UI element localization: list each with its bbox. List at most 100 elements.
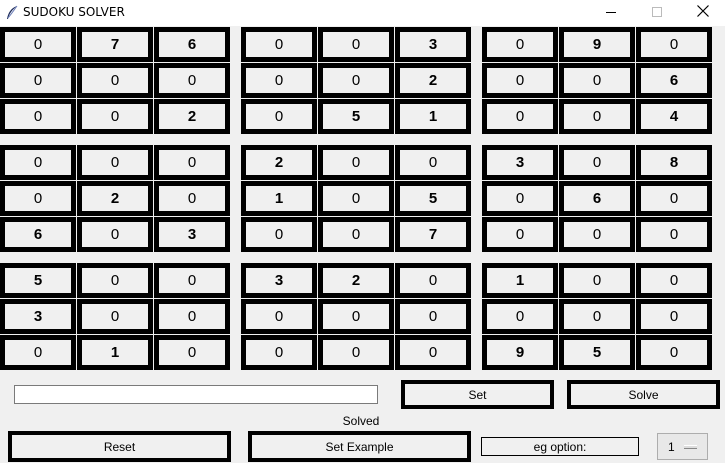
close-button[interactable] — [680, 0, 725, 26]
sudoku-cell-r3c4[interactable]: 0 — [241, 99, 317, 134]
sudoku-cell-r7c9[interactable]: 0 — [636, 263, 712, 298]
sudoku-cell-r7c4[interactable]: 3 — [241, 263, 317, 298]
sudoku-cell-r3c1[interactable]: 0 — [0, 99, 76, 134]
sudoku-cell-r4c8[interactable]: 0 — [559, 145, 635, 180]
sudoku-cell-r7c5[interactable]: 2 — [318, 263, 394, 298]
sudoku-cell-r6c5[interactable]: 0 — [318, 217, 394, 252]
sudoku-cell-r4c1[interactable]: 0 — [0, 145, 76, 180]
sudoku-cell-r8c4[interactable]: 0 — [241, 299, 317, 334]
sudoku-cell-r1c2[interactable]: 7 — [77, 27, 153, 62]
sudoku-cell-r6c3[interactable]: 3 — [154, 217, 230, 252]
sudoku-cell-r9c4[interactable]: 0 — [241, 335, 317, 370]
sudoku-cell-r1c6[interactable]: 3 — [395, 27, 471, 62]
sudoku-cell-r2c1[interactable]: 0 — [0, 63, 76, 98]
set-example-button[interactable]: Set Example — [248, 431, 471, 462]
sudoku-cell-r6c7[interactable]: 0 — [482, 217, 558, 252]
sudoku-cell-r6c6[interactable]: 7 — [395, 217, 471, 252]
sudoku-cell-r8c5[interactable]: 0 — [318, 299, 394, 334]
sudoku-cell-r6c8[interactable]: 0 — [559, 217, 635, 252]
sudoku-cell-r1c1[interactable]: 0 — [0, 27, 76, 62]
close-icon — [697, 4, 709, 22]
sudoku-cell-r4c2[interactable]: 0 — [77, 145, 153, 180]
window-title: SUDOKU SOLVER — [23, 5, 125, 19]
sudoku-cell-r8c2[interactable]: 0 — [77, 299, 153, 334]
sudoku-cell-r4c7[interactable]: 3 — [482, 145, 558, 180]
sudoku-cell-r7c8[interactable]: 0 — [559, 263, 635, 298]
sudoku-cell-r5c2[interactable]: 2 — [77, 181, 153, 216]
sudoku-cell-r8c6[interactable]: 0 — [395, 299, 471, 334]
sudoku-cell-r6c9[interactable]: 0 — [636, 217, 712, 252]
sudoku-cell-r2c2[interactable]: 0 — [77, 63, 153, 98]
sudoku-cell-r7c3[interactable]: 0 — [154, 263, 230, 298]
sudoku-cell-r2c9[interactable]: 6 — [636, 63, 712, 98]
sudoku-cell-r5c5[interactable]: 0 — [318, 181, 394, 216]
eg-option-value: 1 — [668, 439, 675, 454]
sudoku-cell-r5c3[interactable]: 0 — [154, 181, 230, 216]
eg-option-menu[interactable]: 1 — [657, 433, 708, 460]
sudoku-cell-r9c3[interactable]: 0 — [154, 335, 230, 370]
option-menu-indicator-icon — [684, 445, 697, 449]
sudoku-cell-r5c1[interactable]: 0 — [0, 181, 76, 216]
sudoku-cell-r8c8[interactable]: 0 — [559, 299, 635, 334]
sudoku-cell-r9c7[interactable]: 9 — [482, 335, 558, 370]
minimize-button[interactable] — [588, 0, 634, 26]
sudoku-cell-r2c3[interactable]: 0 — [154, 63, 230, 98]
sudoku-cell-r8c9[interactable]: 0 — [636, 299, 712, 334]
sudoku-cell-r6c2[interactable]: 0 — [77, 217, 153, 252]
sudoku-cell-r7c7[interactable]: 1 — [482, 263, 558, 298]
sudoku-cell-r3c3[interactable]: 2 — [154, 99, 230, 134]
sudoku-cell-r1c9[interactable]: 0 — [636, 27, 712, 62]
set-button[interactable]: Set — [401, 380, 554, 409]
eg-option-label: eg option: — [481, 437, 639, 456]
status-label: Solved — [342, 414, 380, 428]
sudoku-cell-r6c1[interactable]: 6 — [0, 217, 76, 252]
sudoku-cell-r2c5[interactable]: 0 — [318, 63, 394, 98]
sudoku-cell-r4c3[interactable]: 0 — [154, 145, 230, 180]
sudoku-cell-r2c8[interactable]: 0 — [559, 63, 635, 98]
sudoku-cell-r9c8[interactable]: 5 — [559, 335, 635, 370]
sudoku-cell-r4c5[interactable]: 0 — [318, 145, 394, 180]
sudoku-cell-r1c5[interactable]: 0 — [318, 27, 394, 62]
maximize-button[interactable] — [634, 0, 680, 26]
sudoku-cell-r3c2[interactable]: 0 — [77, 99, 153, 134]
sudoku-cell-r3c6[interactable]: 1 — [395, 99, 471, 134]
sudoku-cell-r8c1[interactable]: 3 — [0, 299, 76, 334]
sudoku-cell-r5c7[interactable]: 0 — [482, 181, 558, 216]
sudoku-cell-r1c7[interactable]: 0 — [482, 27, 558, 62]
sudoku-cell-r9c2[interactable]: 1 — [77, 335, 153, 370]
sudoku-cell-r9c5[interactable]: 0 — [318, 335, 394, 370]
sudoku-cell-r5c8[interactable]: 6 — [559, 181, 635, 216]
sudoku-cell-r4c4[interactable]: 2 — [241, 145, 317, 180]
solve-button[interactable]: Solve — [567, 380, 720, 409]
feather-icon — [5, 5, 19, 21]
sudoku-cell-r8c7[interactable]: 0 — [482, 299, 558, 334]
sudoku-cell-r2c7[interactable]: 0 — [482, 63, 558, 98]
sudoku-cell-r4c6[interactable]: 0 — [395, 145, 471, 180]
sudoku-cell-r9c6[interactable]: 0 — [395, 335, 471, 370]
sudoku-cell-r6c4[interactable]: 0 — [241, 217, 317, 252]
sudoku-cell-r9c1[interactable]: 0 — [0, 335, 76, 370]
sudoku-cell-r9c9[interactable]: 0 — [636, 335, 712, 370]
sudoku-cell-r5c9[interactable]: 0 — [636, 181, 712, 216]
minimize-icon — [606, 4, 616, 22]
sudoku-cell-r2c6[interactable]: 2 — [395, 63, 471, 98]
sudoku-cell-r1c4[interactable]: 0 — [241, 27, 317, 62]
sudoku-cell-r3c9[interactable]: 4 — [636, 99, 712, 134]
maximize-icon — [652, 4, 662, 22]
title-bar: SUDOKU SOLVER — [0, 0, 725, 26]
sudoku-cell-r4c9[interactable]: 8 — [636, 145, 712, 180]
sudoku-cell-r5c4[interactable]: 1 — [241, 181, 317, 216]
sudoku-cell-r7c2[interactable]: 0 — [77, 263, 153, 298]
puzzle-input[interactable] — [14, 385, 378, 404]
sudoku-cell-r3c7[interactable]: 0 — [482, 99, 558, 134]
reset-button[interactable]: Reset — [8, 431, 231, 462]
sudoku-cell-r8c3[interactable]: 0 — [154, 299, 230, 334]
sudoku-cell-r1c3[interactable]: 6 — [154, 27, 230, 62]
sudoku-cell-r1c8[interactable]: 9 — [559, 27, 635, 62]
sudoku-cell-r7c6[interactable]: 0 — [395, 263, 471, 298]
sudoku-cell-r7c1[interactable]: 5 — [0, 263, 76, 298]
sudoku-cell-r3c5[interactable]: 5 — [318, 99, 394, 134]
sudoku-cell-r5c6[interactable]: 5 — [395, 181, 471, 216]
sudoku-cell-r2c4[interactable]: 0 — [241, 63, 317, 98]
sudoku-cell-r3c8[interactable]: 0 — [559, 99, 635, 134]
